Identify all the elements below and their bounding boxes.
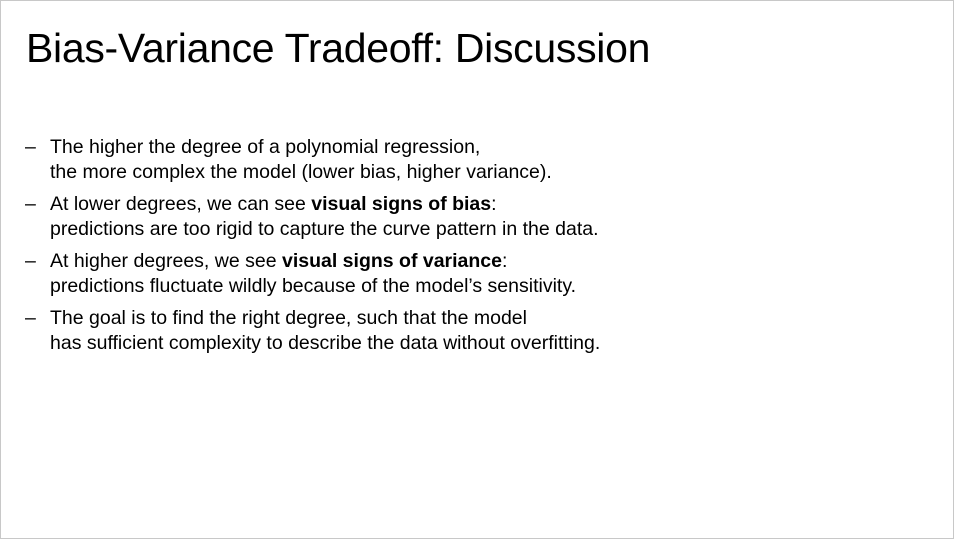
bullet-text: At lower degrees, we can see <box>50 193 312 215</box>
slide-title: Bias-Variance Tradeoff: Discussion <box>26 25 651 71</box>
bullet-list: – The higher the degree of a polynomial … <box>25 135 600 363</box>
bullet-text: At higher degrees, we see <box>50 250 282 272</box>
bullet-dash: – <box>25 250 36 272</box>
bullet-text: : <box>491 193 497 215</box>
bullet-line: At lower degrees, we can see visual sign… <box>50 192 600 217</box>
bullet-item: – At lower degrees, we can see visual si… <box>25 192 600 242</box>
bullet-emphasis: visual signs of bias <box>311 193 492 215</box>
ibm-logo-icon: IBM <box>884 492 928 514</box>
slide: Bias-Variance Tradeoff: Discussion – The… <box>0 0 954 539</box>
bullet-line: predictions fluctuate wildly because of … <box>50 275 577 297</box>
bullet-dash: – <box>25 136 36 158</box>
bullet-line: predictions are too rigid to capture the… <box>50 218 599 240</box>
bullet-item: – At higher degrees, we see visual signs… <box>25 249 600 299</box>
bullet-line: At higher degrees, we see visual signs o… <box>50 249 600 274</box>
bullet-line: the more complex the model (lower bias, … <box>50 161 552 183</box>
bullet-text: : <box>502 250 508 272</box>
bullet-line: The goal is to find the right degree, su… <box>50 307 527 329</box>
bullet-emphasis: visual signs of variance <box>281 250 502 272</box>
bullet-dash: – <box>25 307 36 329</box>
bullet-item: – The goal is to find the right degree, … <box>25 306 600 356</box>
ibm-logo-text: IBM <box>884 492 928 514</box>
bullet-item: – The higher the degree of a polynomial … <box>25 135 600 185</box>
bullet-line: The higher the degree of a polynomial re… <box>50 136 481 158</box>
bullet-dash: – <box>25 193 36 215</box>
bullet-line: has sufficient complexity to describe th… <box>50 332 601 354</box>
